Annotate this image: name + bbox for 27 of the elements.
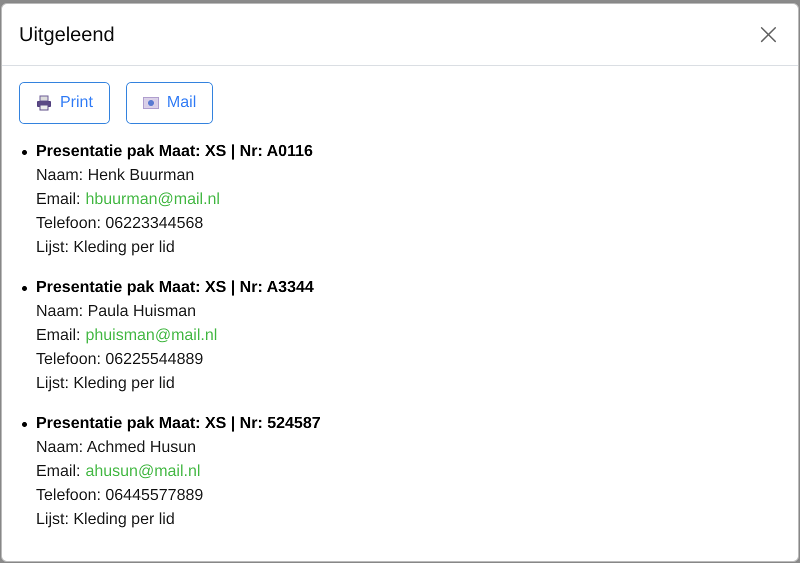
close-button[interactable]: × [756,20,781,50]
print-button[interactable]: Print [19,82,110,124]
detail-text: Lijst: Kleding per lid [36,374,176,394]
detail-text: Naam: Paula Huisman [36,302,198,322]
item-heading: Presentatie pak Maat: XS | Nr: A3344 [36,278,314,298]
printer-icon [36,95,52,111]
detail-text: Telefoon: 06225544889 [36,350,204,370]
bullet-icon [22,422,27,427]
detail-text: Telefoon: 06445577889 [36,486,204,506]
item-heading: Presentatie pak Maat: XS | Nr: A0116 [36,142,313,162]
envelope-icon [142,96,159,110]
email-link[interactable]: ahusun@mail.nl [85,460,200,484]
detail-text: Naam: Achmed Husun [36,438,198,458]
email-link[interactable]: hbuurman@mail.nl [85,188,220,212]
bullet-icon [22,150,27,155]
dialog-title: Uitgeleend [19,22,115,48]
mail-button[interactable]: Mail [126,82,214,124]
email-label: Email: [36,190,80,210]
detail-text: Telefoon: 06223344568 [36,214,204,234]
email-label: Email: [36,462,80,482]
bullet-icon [22,286,27,291]
detail-text: Naam: Henk Buurman [36,166,196,186]
item-heading: Presentatie pak Maat: XS | Nr: 524587 [36,414,321,434]
detail-text: Lijst: Kleding per lid [36,510,176,530]
detail-text: Lijst: Kleding per lid [36,238,176,258]
email-label: Email: [36,326,80,346]
email-link[interactable]: phuisman@mail.nl [85,324,218,348]
